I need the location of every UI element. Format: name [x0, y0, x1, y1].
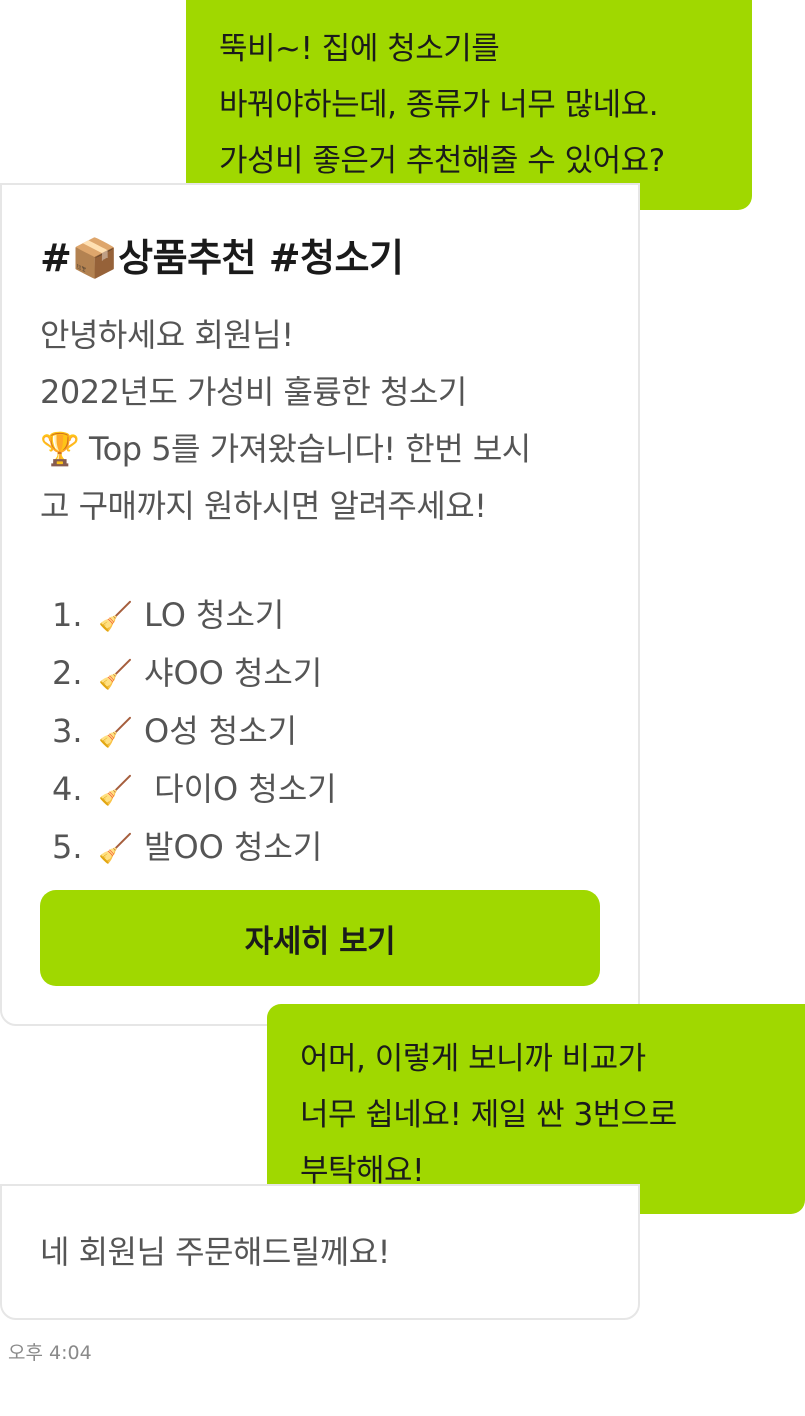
list-item: 1. 🧹 LO 청소기 — [52, 587, 337, 645]
broom-icon: 🧹 — [98, 832, 133, 865]
chat-view: 뚝비~! 집에 청소기를 바꿔야하는데, 종류가 너무 많네요. 가성비 좋은거… — [0, 0, 805, 1416]
product-label: 샤OO 청소기 — [144, 654, 323, 692]
broom-icon: 🧹 — [98, 716, 133, 749]
card-body-line: 🏆 Top 5를 가져왔습니다! 한번 보시 — [40, 430, 531, 468]
user-message-bubble: 어머, 이렇게 보니까 비교가 너무 쉽네요! 제일 싼 3번으로 부탁해요! — [267, 1004, 805, 1214]
list-number: 2. — [52, 654, 83, 692]
card-body-line: 2022년도 가성비 훌륭한 청소기 — [40, 373, 467, 411]
message-line: 너무 쉽네요! 제일 싼 3번으로 — [300, 1097, 677, 1133]
broom-icon: 🧹 — [98, 658, 133, 691]
bot-message-text: 네 회원님 주문해드릴께요! — [40, 1233, 391, 1271]
product-label: 다이O 청소기 — [144, 770, 337, 808]
list-number: 5. — [52, 828, 83, 866]
message-line: 바꿔야하는데, 종류가 너무 많네요. — [219, 87, 659, 123]
message-line: 가성비 좋은거 추천해줄 수 있어요? — [219, 143, 665, 179]
list-number: 4. — [52, 770, 83, 808]
list-item: 2. 🧹 샤OO 청소기 — [52, 645, 337, 703]
card-body: 안녕하세요 회원님! 2022년도 가성비 훌륭한 청소기 🏆 Top 5를 가… — [40, 307, 531, 535]
message-timestamp: 오후 4:04 — [8, 1342, 92, 1364]
list-item: 5. 🧹 발OO 청소기 — [52, 819, 337, 877]
card-body-line: 안녕하세요 회원님! — [40, 316, 294, 354]
user-message-bubble: 뚝비~! 집에 청소기를 바꿔야하는데, 종류가 너무 많네요. 가성비 좋은거… — [186, 0, 752, 210]
product-label: LO 청소기 — [144, 596, 285, 634]
broom-icon: 🧹 — [98, 774, 133, 807]
message-line: 어머, 이렇게 보니까 비교가 — [300, 1041, 646, 1077]
list-number: 3. — [52, 712, 83, 750]
list-number: 1. — [52, 596, 83, 634]
view-details-button[interactable]: 자세히 보기 — [40, 890, 600, 986]
bot-recommendation-card: #📦상품추천 #청소기 안녕하세요 회원님! 2022년도 가성비 훌륭한 청소… — [0, 183, 640, 1026]
list-item: 3. 🧹 O성 청소기 — [52, 703, 337, 761]
broom-icon: 🧹 — [98, 600, 133, 633]
list-item: 4. 🧹 다이O 청소기 — [52, 761, 337, 819]
message-line: 뚝비~! 집에 청소기를 — [219, 31, 500, 67]
product-list: 1. 🧹 LO 청소기 2. 🧹 샤OO 청소기 3. 🧹 O성 청소기 4. 🧹 다이O 청… — [52, 587, 337, 877]
card-title: #📦상품추천 #청소기 — [40, 236, 404, 280]
card-body-line: 고 구매까지 원하시면 알려주세요! — [40, 487, 487, 525]
product-label: O성 청소기 — [144, 712, 298, 750]
product-label: 발OO 청소기 — [144, 828, 323, 866]
bot-message-bubble: 네 회원님 주문해드릴께요! — [0, 1184, 640, 1320]
